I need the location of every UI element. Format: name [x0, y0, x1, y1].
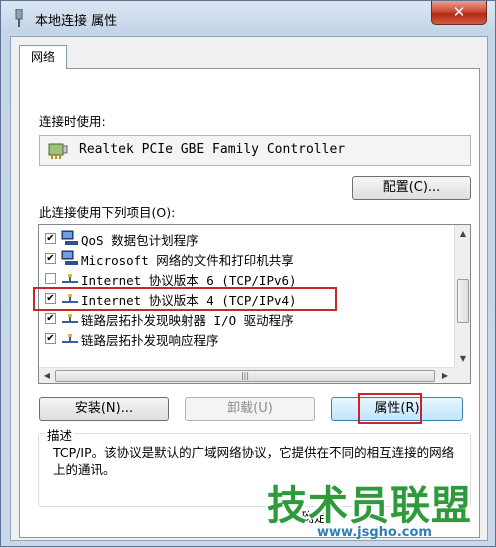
- client-area: 网络 连接时使用: Realtek PCIe GBE Family Contro…: [10, 36, 488, 541]
- protocol-icon: [62, 314, 78, 323]
- window-title: 本地连接 属性: [35, 14, 118, 29]
- network-component-icon: [61, 250, 78, 265]
- adapter-display: Realtek PCIe GBE Family Controller: [39, 135, 471, 166]
- checkbox[interactable]: ✔: [45, 233, 56, 244]
- item-label: 链路层拓扑发现响应程序: [81, 333, 219, 348]
- tab-panel-network: 连接时使用: Realtek PCIe GBE Family Controlle…: [19, 68, 480, 538]
- vertical-scroll-thumb[interactable]: [457, 279, 469, 323]
- properties-window: 本地连接 属性 ✕ 网络 连接时使用: Realtek PCIe GBE Fam…: [0, 0, 496, 547]
- list-item[interactable]: ✔ Microsoft 网络的文件和打印机共享: [43, 248, 443, 268]
- protocol-icon: [62, 334, 78, 343]
- checkbox[interactable]: [45, 273, 56, 284]
- list-item[interactable]: ✔ QoS 数据包计划程序: [43, 228, 443, 248]
- configure-button[interactable]: 配置(C)...: [352, 176, 471, 200]
- network-connection-icon: [15, 9, 23, 27]
- list-item[interactable]: ✔ 链路层拓扑发现响应程序: [43, 328, 443, 348]
- protocol-icon: [62, 274, 78, 283]
- checkbox[interactable]: ✔: [45, 253, 56, 264]
- connect-using-label: 连接时使用:: [39, 114, 106, 129]
- install-button[interactable]: 安装(N)...: [39, 397, 169, 421]
- scroll-right-icon[interactable]: ▶: [437, 368, 453, 383]
- scroll-left-icon[interactable]: ◀: [39, 368, 55, 383]
- title-bar[interactable]: 本地连接 属性 ✕: [1, 1, 495, 35]
- horizontal-scrollbar[interactable]: ◀ ||| ▶: [39, 367, 454, 383]
- item-label: Microsoft 网络的文件和打印机共享: [81, 253, 294, 268]
- description-legend: 描述: [45, 425, 75, 444]
- uninstall-button: 卸载(U): [185, 397, 315, 421]
- vertical-scrollbar[interactable]: ▲ ▼: [454, 225, 470, 367]
- watermark-logo-text: 技术员联盟: [267, 483, 472, 529]
- item-label: QoS 数据包计划程序: [81, 233, 199, 248]
- list-item[interactable]: ✔ 链路层拓扑发现映射器 I/O 驱动程序: [43, 308, 443, 328]
- close-button[interactable]: ✕: [431, 1, 487, 25]
- adapter-name: Realtek PCIe GBE Family Controller: [79, 142, 346, 157]
- checkbox[interactable]: ✔: [45, 333, 56, 344]
- checkbox[interactable]: ✔: [45, 313, 56, 324]
- site-watermark: 技术员联盟 www.jsgho.com: [257, 469, 496, 548]
- scrollbar-corner: [454, 367, 470, 383]
- tab-network[interactable]: 网络: [19, 45, 67, 69]
- scroll-down-icon[interactable]: ▼: [455, 350, 470, 367]
- watermark-url: www.jsgho.com: [317, 525, 432, 540]
- network-component-icon: [61, 230, 78, 245]
- horizontal-scroll-thumb[interactable]: |||: [55, 370, 435, 382]
- scroll-up-icon[interactable]: ▲: [455, 225, 470, 242]
- properties-highlight-box: [358, 393, 422, 424]
- list-item[interactable]: Internet 协议版本 6 (TCP/IPv6): [43, 268, 443, 288]
- network-adapter-icon: [48, 143, 68, 159]
- ipv4-highlight-box: [33, 287, 337, 311]
- item-label: 链路层拓扑发现映射器 I/O 驱动程序: [81, 313, 294, 328]
- items-label: 此连接使用下列项目(O):: [39, 205, 176, 220]
